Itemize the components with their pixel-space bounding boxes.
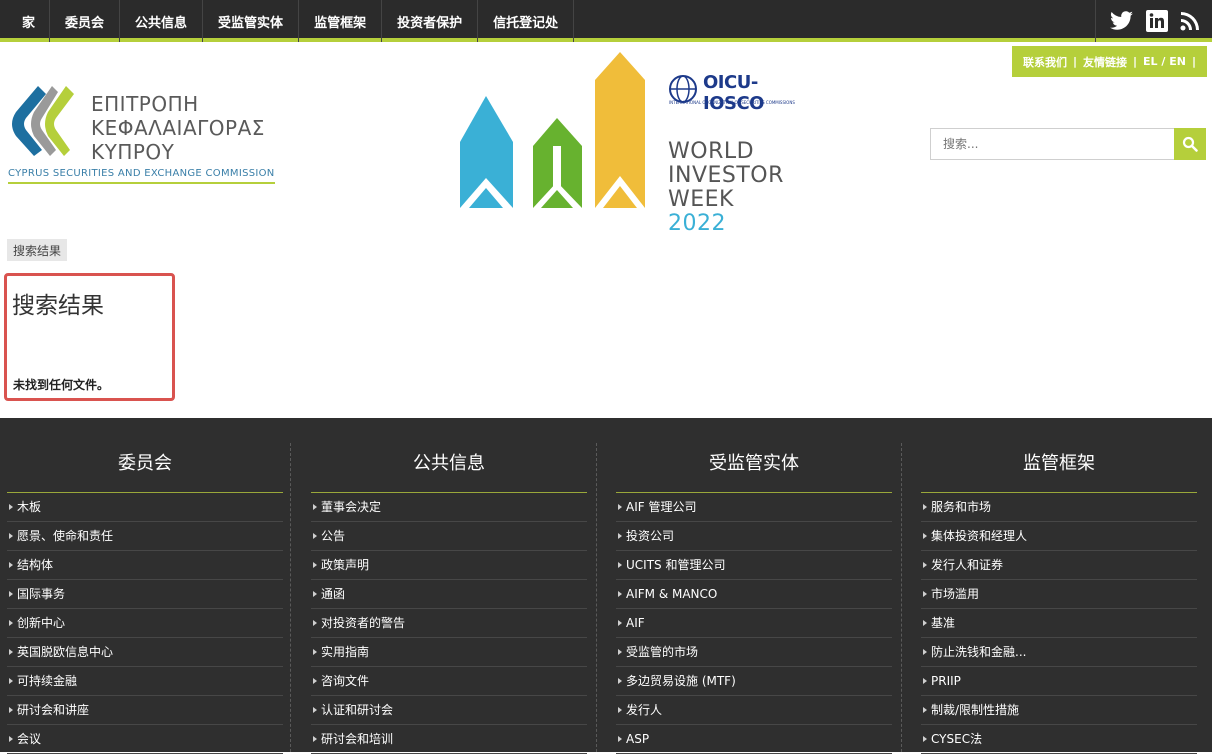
wiw-year: 2022	[668, 211, 726, 236]
nav-item-public-info[interactable]: 公共信息	[120, 0, 204, 42]
footer-column-title[interactable]: 公共信息	[311, 443, 587, 493]
contact-us-link[interactable]: 联系我们	[1023, 54, 1067, 70]
separator: |	[1072, 55, 1078, 68]
footer-column-public-info: 公共信息 董事会决定 公告 政策声明 通函 对投资者的警告 实用指南 咨询文件 …	[311, 443, 587, 754]
footer-link[interactable]: AIF	[616, 609, 892, 638]
main-menu: 家 委员会 公共信息 受监管实体 监管框架 投资者保护 信托登记处	[0, 0, 1212, 42]
search-button[interactable]	[1174, 128, 1206, 160]
iosco-name: OICU-IOSCO	[703, 72, 764, 114]
nav-item-commission[interactable]: 委员会	[50, 0, 121, 42]
footer-column-commission: 委员会 木板 愿景、使命和责任 结构体 国际事务 创新中心 英国脱欧信息中心 可…	[7, 443, 283, 754]
logo-english-text: CYPRUS SECURITIES AND EXCHANGE COMMISSIO…	[8, 168, 275, 184]
footer-link-list: 董事会决定 公告 政策声明 通函 对投资者的警告 实用指南 咨询文件 认证和研讨…	[311, 493, 587, 754]
footer-link-list: 木板 愿景、使命和责任 结构体 国际事务 创新中心 英国脱欧信息中心 可持续金融…	[7, 493, 283, 754]
search-results-panel: 搜索结果 未找到任何文件。	[4, 273, 175, 401]
footer-link[interactable]: 公告	[311, 522, 587, 551]
logo-greek-line: ΚΕΦΑΛΑΙΑΓΟΡΑΣ	[91, 116, 265, 140]
footer-link[interactable]: 英国脱欧信息中心	[7, 638, 283, 667]
breadcrumb[interactable]: 搜索结果	[7, 239, 68, 261]
footer-link[interactable]: PRIIP	[921, 667, 1197, 696]
footer-column-regulated-entities: 受监管实体 AIF 管理公司 投资公司 UCITS 和管理公司 AIFM & M…	[616, 443, 892, 754]
logo-mark-icon	[12, 86, 74, 156]
footer-link[interactable]: 实用指南	[311, 638, 587, 667]
footer-link[interactable]: 研讨会和培训	[311, 725, 587, 754]
footer: 委员会 木板 愿景、使命和责任 结构体 国际事务 创新中心 英国脱欧信息中心 可…	[0, 418, 1212, 754]
footer-link[interactable]: 防止洗钱和金融...	[921, 638, 1197, 667]
footer-column-title[interactable]: 监管框架	[921, 443, 1197, 493]
search-input[interactable]	[930, 128, 1174, 160]
twitter-icon[interactable]	[1110, 11, 1134, 31]
nav-item-home[interactable]: 家	[0, 0, 51, 42]
footer-link[interactable]: 受监管的市场	[616, 638, 892, 667]
footer-link-list: 服务和市场 集体投资和经理人 发行人和证券 市场滥用 基准 防止洗钱和金融...…	[921, 493, 1197, 754]
footer-link[interactable]: 制裁/限制性措施	[921, 696, 1197, 725]
footer-link[interactable]: 创新中心	[7, 609, 283, 638]
footer-link[interactable]: 对投资者的警告	[311, 609, 587, 638]
footer-link[interactable]: 市场滥用	[921, 580, 1197, 609]
footer-link[interactable]: 研讨会和讲座	[7, 696, 283, 725]
search-icon	[1182, 136, 1198, 152]
rss-icon[interactable]	[1180, 11, 1200, 31]
site-search	[930, 128, 1206, 160]
footer-link[interactable]: 集体投资和经理人	[921, 522, 1197, 551]
logo-greek-line: ΚΥΠΡΟΥ	[91, 140, 175, 164]
footer-link[interactable]: 愿景、使命和责任	[7, 522, 283, 551]
no-results-message: 未找到任何文件。	[13, 378, 110, 392]
footer-link[interactable]: AIFM & MANCO	[616, 580, 892, 609]
linkedin-icon[interactable]	[1146, 10, 1168, 32]
world-investor-week-title: WORLD INVESTOR WEEK 2022	[668, 140, 795, 236]
footer-link[interactable]: 木板	[7, 493, 283, 522]
footer-link[interactable]: 基准	[921, 609, 1197, 638]
nav-item-trust-registry[interactable]: 信托登记处	[478, 0, 575, 42]
footer-link[interactable]: 咨询文件	[311, 667, 587, 696]
language-switch[interactable]: EL / EN	[1143, 55, 1186, 68]
footer-link-list: AIF 管理公司 投资公司 UCITS 和管理公司 AIFM & MANCO A…	[616, 493, 892, 754]
footer-link[interactable]: 结构体	[7, 551, 283, 580]
iosco-subtitle: INTERNATIONAL ORGANIZATION OF SECURITIES…	[669, 100, 795, 105]
utility-links: 联系我们 | 友情链接 | EL / EN |	[1012, 46, 1207, 77]
footer-column-title[interactable]: 受监管实体	[616, 443, 892, 493]
nav-item-regulated-entities[interactable]: 受监管实体	[203, 0, 300, 42]
separator: |	[1191, 55, 1196, 68]
footer-link[interactable]: 董事会决定	[311, 493, 587, 522]
top-navigation: 家 委员会 公共信息 受监管实体 监管框架 投资者保护 信托登记处	[0, 0, 1212, 42]
cysec-logo[interactable]: ΕΠΙΤΡΟΠΗ ΚΕΦΑΛΑΙΑΓΟΡΑΣ ΚΥΠΡΟΥ CYPRUS SEC…	[8, 84, 283, 184]
footer-link[interactable]: 服务和市场	[921, 493, 1197, 522]
footer-link[interactable]: 政策声明	[311, 551, 587, 580]
social-links	[1095, 0, 1212, 42]
nav-item-regulatory-framework[interactable]: 监管框架	[299, 0, 383, 42]
footer-link[interactable]: 会议	[7, 725, 283, 754]
footer-link[interactable]: 投资公司	[616, 522, 892, 551]
footer-link[interactable]: 通函	[311, 580, 587, 609]
footer-link[interactable]: AIF 管理公司	[616, 493, 892, 522]
logo-greek-text: ΕΠΙΤΡΟΠΗ ΚΕΦΑΛΑΙΑΓΟΡΑΣ ΚΥΠΡΟΥ	[91, 92, 265, 164]
wiw-line-with-year: WEEK 2022	[668, 188, 795, 236]
wiw-week: WEEK	[668, 187, 734, 212]
pencils-graphic-icon	[460, 52, 645, 208]
footer-link[interactable]: 发行人	[616, 696, 892, 725]
page-title: 搜索结果	[12, 293, 104, 319]
separator: |	[1133, 55, 1138, 68]
footer-link[interactable]: 认证和研讨会	[311, 696, 587, 725]
footer-link[interactable]: 多边贸易设施 (MTF)	[616, 667, 892, 696]
footer-column-title[interactable]: 委员会	[7, 443, 283, 493]
footer-link[interactable]: ASP	[616, 725, 892, 754]
footer-link[interactable]: UCITS 和管理公司	[616, 551, 892, 580]
footer-column-regulatory-framework: 监管框架 服务和市场 集体投资和经理人 发行人和证券 市场滥用 基准 防止洗钱和…	[921, 443, 1197, 754]
friendly-links-link[interactable]: 友情链接	[1083, 54, 1127, 70]
column-divider	[901, 443, 902, 752]
footer-link[interactable]: 可持续金融	[7, 667, 283, 696]
wiw-line: WORLD	[668, 139, 755, 164]
column-divider	[596, 443, 597, 752]
footer-link[interactable]: 国际事务	[7, 580, 283, 609]
logo-greek-line: ΕΠΙΤΡΟΠΗ	[91, 92, 199, 116]
nav-item-investor-protection[interactable]: 投资者保护	[382, 0, 479, 42]
footer-link[interactable]: CYSEC法	[921, 725, 1197, 754]
world-investor-week-banner[interactable]: OICU-IOSCO INTERNATIONAL ORGANIZATION OF…	[455, 50, 795, 236]
column-divider	[290, 443, 291, 752]
wiw-line: INVESTOR	[668, 163, 784, 188]
footer-link[interactable]: 发行人和证券	[921, 551, 1197, 580]
